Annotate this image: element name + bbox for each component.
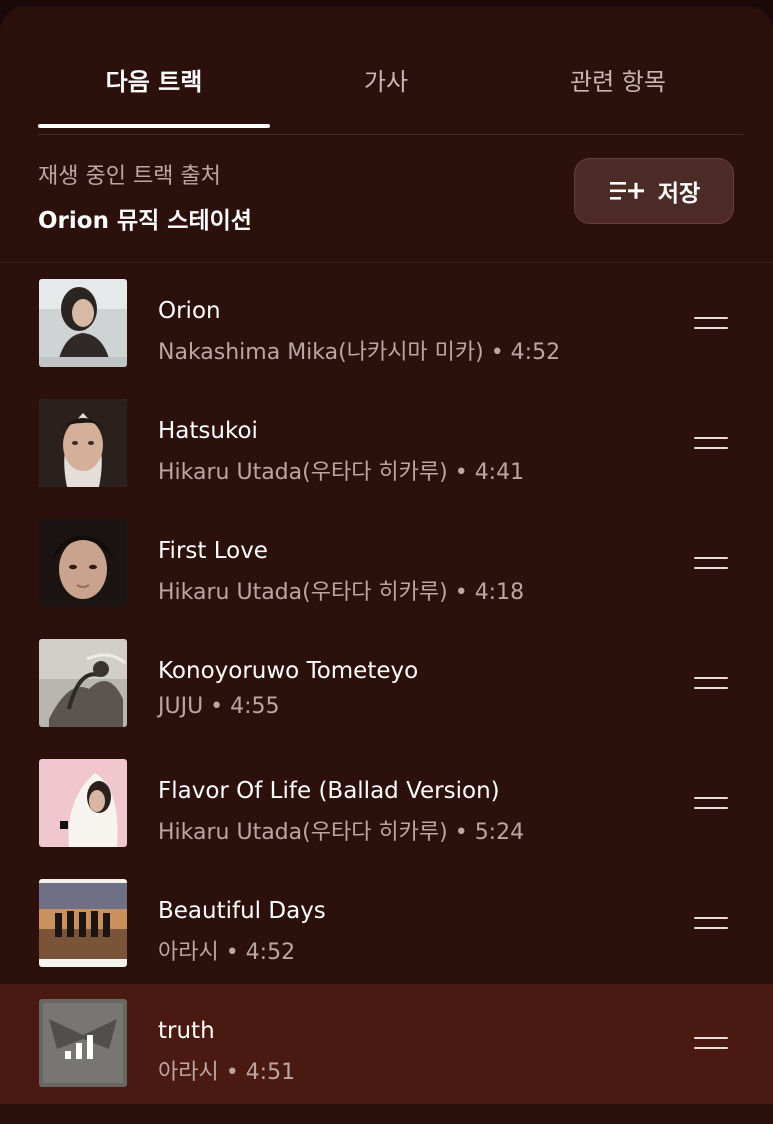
album-art-thumbnail xyxy=(39,279,127,367)
track-title: Orion xyxy=(158,298,221,324)
tab-up-next-label: 다음 트랙 xyxy=(105,68,203,96)
track-artist-duration: JUJU • 4:55 xyxy=(158,694,280,719)
queue-track-item[interactable]: First Love Hikaru Utada(우타다 히카루) • 4:18 xyxy=(0,504,773,624)
track-artist-duration: 아라시 • 4:51 xyxy=(158,1060,296,1085)
drag-handle-icon[interactable] xyxy=(690,428,732,458)
drag-handle-icon[interactable] xyxy=(690,908,732,938)
tab-up-next[interactable]: 다음 트랙 xyxy=(38,50,270,128)
tab-lyrics-label: 가사 xyxy=(363,68,409,96)
queue-track-item[interactable]: Hatsukoi Hikaru Utada(우타다 히카루) • 4:41 xyxy=(0,384,773,504)
track-artist-duration: Hikaru Utada(우타다 히카루) • 4:41 xyxy=(158,460,525,485)
tab-lyrics[interactable]: 가사 xyxy=(270,50,502,126)
track-title: truth xyxy=(158,1018,215,1044)
track-artist-duration: Nakashima Mika(나카시마 미카) • 4:52 xyxy=(158,340,561,365)
tab-bar: 다음 트랙 가사 관련 항목 xyxy=(38,50,743,135)
track-title: Flavor Of Life (Ballad Version) xyxy=(158,778,500,804)
queue-track-item[interactable]: Flavor Of Life (Ballad Version) Hikaru U… xyxy=(0,744,773,864)
track-artist-duration: 아라시 • 4:52 xyxy=(158,940,296,965)
save-queue-button[interactable]: 저장 xyxy=(574,158,734,224)
drag-handle-icon[interactable] xyxy=(690,1028,732,1058)
queue-track-item[interactable]: Orion Nakashima Mika(나카시마 미카) • 4:52 xyxy=(0,264,773,384)
queue-track-item[interactable]: Konoyoruwo Tometeyo JUJU • 4:55 xyxy=(0,624,773,744)
album-art-thumbnail xyxy=(39,759,127,847)
drag-handle-icon[interactable] xyxy=(690,548,732,578)
tab-related-label: 관련 항목 xyxy=(570,68,666,96)
queue-track-item-now-playing[interactable]: truth 아라시 • 4:51 xyxy=(0,984,773,1104)
track-title: Konoyoruwo Tometeyo xyxy=(158,658,419,684)
track-title: Beautiful Days xyxy=(158,898,326,924)
track-title: Hatsukoi xyxy=(158,418,258,444)
queue-track-item[interactable]: Beautiful Days 아라시 • 4:52 xyxy=(0,864,773,984)
drag-handle-icon[interactable] xyxy=(690,668,732,698)
album-art-thumbnail xyxy=(39,999,127,1087)
active-tab-indicator xyxy=(38,124,270,128)
album-art-thumbnail xyxy=(39,639,127,727)
playlist-add-icon xyxy=(609,182,644,200)
track-artist-duration: Hikaru Utada(우타다 히카루) • 4:18 xyxy=(158,580,525,605)
track-title: First Love xyxy=(158,538,268,564)
album-art-thumbnail xyxy=(39,879,127,967)
drag-handle-icon[interactable] xyxy=(690,308,732,338)
save-button-label: 저장 xyxy=(657,181,701,207)
header-divider xyxy=(0,262,773,263)
playing-from-label: 재생 중인 트랙 출처 xyxy=(38,164,221,189)
album-art-thumbnail xyxy=(39,519,127,607)
tab-related[interactable]: 관련 항목 xyxy=(502,50,734,126)
playing-from-source-name[interactable]: Orion 뮤직 스테이션 xyxy=(38,201,252,235)
album-art-thumbnail xyxy=(39,399,127,487)
up-next-panel: 다음 트랙 가사 관련 항목 재생 중인 트랙 출처 Orion 뮤직 스테이션… xyxy=(0,6,773,1124)
drag-handle-icon[interactable] xyxy=(690,788,732,818)
queue-list: Orion Nakashima Mika(나카시마 미카) • 4:52 Hat… xyxy=(0,264,773,1104)
track-artist-duration: Hikaru Utada(우타다 히카루) • 5:24 xyxy=(158,820,525,845)
